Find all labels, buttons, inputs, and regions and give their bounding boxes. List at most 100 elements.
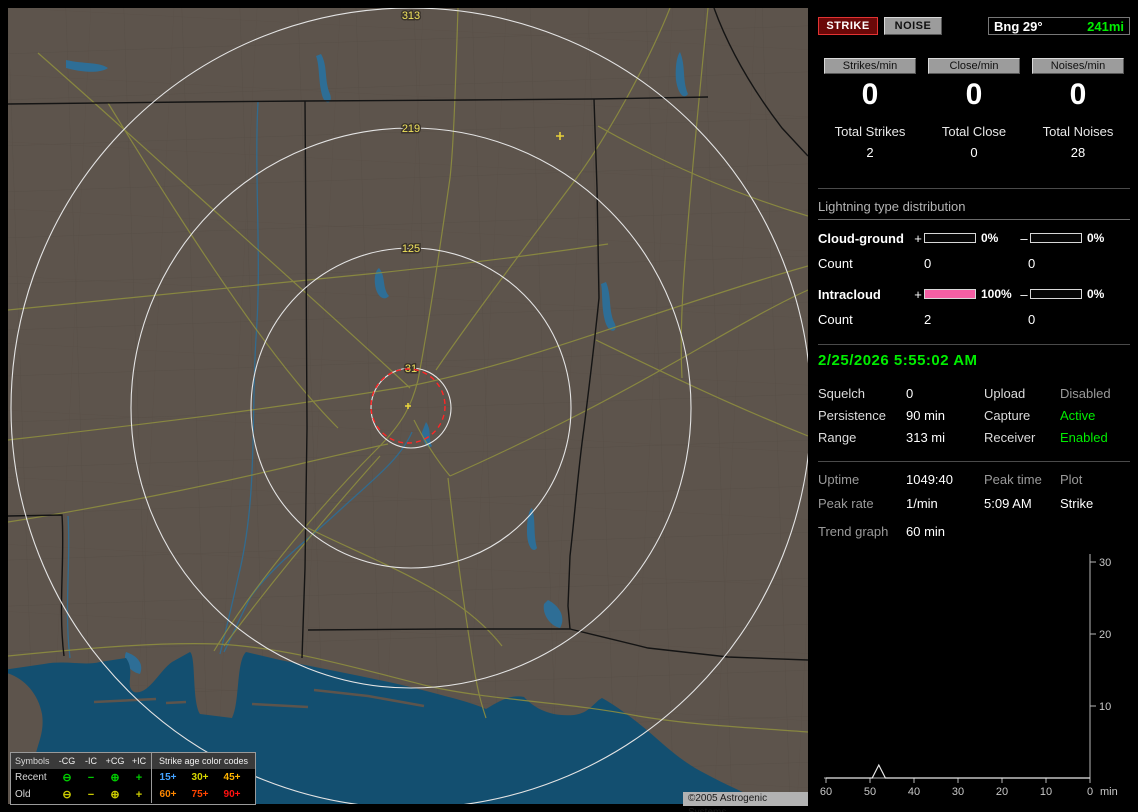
status-grid: Squelch 0 Upload Disabled Persistence 90… xyxy=(818,386,1130,445)
capture-status: Active xyxy=(1060,408,1096,423)
bearing-value: Bng 29° xyxy=(994,18,1043,34)
trend-graph-row: Trend graph 60 min xyxy=(818,524,1130,540)
ring-label-313: 313 xyxy=(402,10,420,22)
neg-cg-recent-icon: ⊖ xyxy=(62,772,72,784)
total-noises-value: 28 xyxy=(1070,145,1086,160)
x-tick-0: 0 xyxy=(1087,786,1093,798)
age-60: 60+ xyxy=(159,789,177,800)
trend-axes xyxy=(824,554,1096,783)
ring-label-125: 125 xyxy=(402,243,420,255)
intracloud-row: Intracloud + 100% – 0% xyxy=(818,286,1130,302)
ic-minus-bar xyxy=(1030,289,1082,299)
mode-controls: STRIKE NOISE Bng 29° 241mi xyxy=(818,16,1130,36)
neg-ic-old-icon: − xyxy=(87,788,95,801)
lightning-map[interactable]: 313 219 125 31 Symbols -CG -IC +CG +IC S… xyxy=(8,8,808,812)
age-15: 15+ xyxy=(159,772,177,783)
strikes-rate-column: Strikes/min 0 Total Strikes 2 xyxy=(818,58,922,160)
x-tick-20: 20 xyxy=(996,786,1008,798)
y-tick-20: 20 xyxy=(1099,629,1111,641)
pos-ic-recent-icon: + xyxy=(135,771,143,784)
legend-col-neg-ic: -IC xyxy=(85,756,97,766)
total-close-label: Total Close xyxy=(941,124,1007,139)
squelch-label: Squelch xyxy=(818,386,865,401)
range-value: 313 mi xyxy=(906,430,946,445)
pos-cg-old-icon: ⊕ xyxy=(110,789,120,801)
cloud-ground-label: Cloud-ground xyxy=(818,230,904,246)
cg-plus-percent: 0% xyxy=(981,231,999,245)
trend-line xyxy=(826,763,1090,779)
cg-plus-count: 0 xyxy=(924,256,932,271)
total-noises-label: Total Noises xyxy=(1042,124,1114,139)
neg-cg-old-icon: ⊖ xyxy=(62,789,72,801)
strike-mode-button[interactable]: STRIKE xyxy=(818,17,878,35)
peak-rate-label: Peak rate xyxy=(818,496,874,511)
count-label: Count xyxy=(818,312,853,327)
upload-status: Disabled xyxy=(1060,386,1111,401)
info-grid: Uptime 1049:40 Peak time Plot Peak rate … xyxy=(818,472,1130,511)
map-canvas[interactable]: 313 219 125 31 xyxy=(8,8,808,804)
plot-label: Plot xyxy=(1060,472,1083,487)
copyright-notice: ©2005 Astrogenic Systems xyxy=(683,792,808,812)
peak-rate-value: 1/min xyxy=(906,496,938,511)
legend-col-pos-cg: +CG xyxy=(105,756,125,766)
legend-recent-label: Recent xyxy=(15,772,47,783)
ic-plus-bar xyxy=(924,289,976,299)
ring-label-219: 219 xyxy=(402,123,420,135)
peak-time-value: 5:09 AM xyxy=(984,496,1032,511)
noises-per-min-button[interactable]: Noises/min xyxy=(1032,58,1124,74)
bearing-range-value: 241mi xyxy=(1087,18,1124,34)
legend-col-neg-cg: -CG xyxy=(58,756,76,766)
range-label: Range xyxy=(818,430,857,445)
ic-plus-percent: 100% xyxy=(981,287,1012,301)
y-tick-10: 10 xyxy=(1099,701,1111,713)
close-rate-column: Close/min 0 Total Close 0 xyxy=(922,58,1026,160)
section-divider xyxy=(818,188,1130,189)
strike-legend: Symbols -CG -IC +CG +IC Strike age color… xyxy=(10,752,256,805)
close-per-min-button[interactable]: Close/min xyxy=(928,58,1020,74)
x-tick-60: 60 xyxy=(820,786,832,798)
legend-col-pos-ic: +IC xyxy=(131,756,147,766)
peak-time-label: Peak time xyxy=(984,472,1042,487)
x-axis-unit: min xyxy=(1100,786,1118,798)
receiver-label: Receiver xyxy=(984,430,1036,445)
cg-minus-bar xyxy=(1030,233,1082,243)
uptime-value: 1049:40 xyxy=(906,472,953,487)
x-tick-50: 50 xyxy=(864,786,876,798)
ic-plus-count: 2 xyxy=(924,312,932,327)
minus-sign: – xyxy=(1020,286,1028,302)
plus-sign: + xyxy=(914,286,922,302)
age-45: 45+ xyxy=(223,772,241,783)
minus-sign: – xyxy=(1020,230,1028,246)
pos-ic-old-icon: + xyxy=(135,788,143,801)
total-strikes-label: Total Strikes xyxy=(834,124,906,139)
pos-cg-recent-icon: ⊕ xyxy=(110,772,120,784)
persistence-value: 90 min xyxy=(906,408,946,423)
datetime-display: 2/25/2026 5:55:02 AM xyxy=(818,352,978,369)
noise-mode-button[interactable]: NOISE xyxy=(884,17,942,35)
nexstorm-window: 313 219 125 31 Symbols -CG -IC +CG +IC S… xyxy=(0,0,1138,812)
ic-minus-percent: 0% xyxy=(1087,287,1105,301)
x-tick-10: 10 xyxy=(1040,786,1052,798)
total-close-value: 0 xyxy=(970,145,978,160)
neg-ic-recent-icon: − xyxy=(87,771,95,784)
legend-age-header: Strike age color codes xyxy=(151,753,255,769)
bearing-display: Bng 29° 241mi xyxy=(988,17,1130,35)
section-divider xyxy=(818,461,1130,462)
cloud-ground-row: Cloud-ground + 0% – 0% xyxy=(818,230,1130,246)
ic-minus-count: 0 xyxy=(1028,312,1036,327)
age-30: 30+ xyxy=(191,772,209,783)
legend-header-row: Symbols -CG -IC +CG +IC Strike age color… xyxy=(11,753,255,769)
upload-label: Upload xyxy=(984,386,1026,401)
age-90: 90+ xyxy=(223,789,241,800)
strikes-per-min-value: 0 xyxy=(861,78,879,111)
strikes-per-min-button[interactable]: Strikes/min xyxy=(824,58,916,74)
sidebar: STRIKE NOISE Bng 29° 241mi Strikes/min 0… xyxy=(818,8,1130,804)
x-tick-40: 40 xyxy=(908,786,920,798)
noises-per-min-value: 0 xyxy=(1069,78,1087,111)
trend-graph-window: 60 min xyxy=(906,524,946,539)
plot-value: Strike xyxy=(1060,496,1094,511)
trend-graph-label: Trend graph xyxy=(818,524,889,539)
age-75: 75+ xyxy=(191,789,209,800)
total-strikes-value: 2 xyxy=(866,145,874,160)
legend-old-label: Old xyxy=(15,789,31,800)
